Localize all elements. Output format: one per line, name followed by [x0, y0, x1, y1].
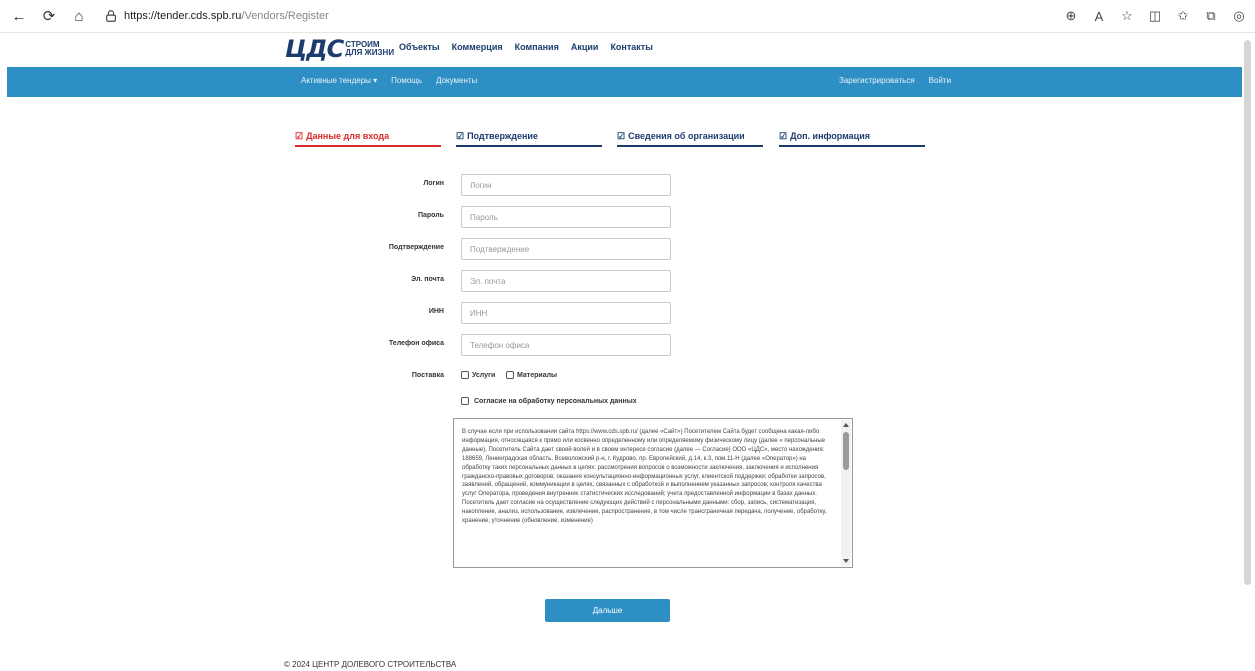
scroll-thumb[interactable]	[843, 432, 849, 470]
confirm-label: Подтверждение	[388, 244, 444, 251]
documents-link[interactable]: Документы	[436, 76, 477, 85]
read-aloud-icon[interactable]: A	[1089, 6, 1109, 26]
logo-slogan: СТРОИМ ДЛЯ ЖИЗНИ	[345, 40, 395, 57]
password-row: Пароль	[0, 206, 1255, 228]
help-link[interactable]: Помощь	[391, 76, 422, 85]
checkbox-box[interactable]	[461, 397, 469, 405]
check-icon: ☑	[456, 131, 465, 141]
next-button[interactable]: Дальше	[545, 599, 670, 622]
check-icon: ☑	[779, 131, 788, 141]
step-additional-info[interactable]: ☑ Доп. информация	[779, 131, 925, 147]
check-icon: ☑	[295, 131, 304, 141]
nav-company[interactable]: Компания	[515, 42, 559, 52]
main-nav: Объекты Коммерция Компания Акции Контакт…	[399, 42, 653, 52]
browser-toolbar: ← ⟳ ⌂ https://tender.cds.spb.ru/Vendors/…	[0, 0, 1255, 33]
consent-checkbox[interactable]: Согласие на обработку персональных данны…	[461, 397, 637, 405]
consent-label: Согласие на обработку персональных данны…	[474, 397, 637, 405]
agreement-text: В случае если при использовании сайта ht…	[462, 429, 827, 525]
supply-label: Поставка	[411, 372, 444, 379]
address-bar[interactable]: https://tender.cds.spb.ru/Vendors/Regist…	[104, 9, 329, 23]
login-input[interactable]	[461, 174, 671, 196]
nav-objects[interactable]: Объекты	[399, 42, 440, 52]
confirm-password-input[interactable]	[461, 238, 671, 260]
inn-label: ИНН	[428, 308, 444, 315]
reload-icon[interactable]: ⟳	[38, 5, 60, 27]
collections-icon[interactable]: ⧉	[1201, 6, 1221, 26]
agreement-scrollbar[interactable]	[841, 420, 851, 566]
scroll-up-icon[interactable]	[843, 423, 849, 427]
email-row: Эл. почта	[0, 270, 1255, 292]
office-phone-input[interactable]	[461, 334, 671, 356]
nav-commerce[interactable]: Коммерция	[452, 42, 503, 52]
checkbox-box[interactable]	[461, 371, 469, 379]
step-organization-info[interactable]: ☑ Сведения об организации	[617, 131, 763, 147]
confirm-row: Подтверждение	[0, 238, 1255, 260]
login-link[interactable]: Войти	[929, 76, 951, 85]
login-label: Логин	[423, 180, 444, 187]
checkbox-box[interactable]	[506, 371, 514, 379]
page-scrollbar[interactable]	[1244, 40, 1251, 585]
home-icon[interactable]: ⌂	[68, 5, 90, 27]
login-row: Логин	[0, 174, 1255, 196]
lock-icon	[106, 10, 116, 22]
check-icon: ☑	[617, 131, 626, 141]
url-host: https://tender.cds.spb.ru	[124, 10, 242, 22]
nav-contacts[interactable]: Контакты	[610, 42, 652, 52]
step-confirmation[interactable]: ☑ Подтверждение	[456, 131, 602, 147]
copilot-icon[interactable]: ◎	[1229, 6, 1249, 26]
password-label: Пароль	[417, 212, 444, 219]
materials-checkbox[interactable]: Материалы	[506, 371, 557, 379]
back-icon[interactable]: ←	[8, 5, 30, 27]
password-input[interactable]	[461, 206, 671, 228]
site-header: ЦДС СТРОИМ ДЛЯ ЖИЗНИ Объекты Коммерция К…	[0, 33, 1255, 67]
footer-copyright: © 2024 ЦЕНТР ДОЛЕВОГО СТРОИТЕЛЬСТВА	[284, 660, 457, 669]
inn-input[interactable]	[461, 302, 671, 324]
scroll-down-icon[interactable]	[843, 559, 849, 563]
services-checkbox[interactable]: Услуги	[461, 371, 495, 379]
url-path: /Vendors/Register	[241, 10, 329, 22]
split-screen-icon[interactable]: ◫	[1145, 6, 1165, 26]
active-tenders-dropdown[interactable]: Активные тендеры ▾	[301, 76, 377, 85]
tender-subnav: Активные тендеры ▾ Помощь Документы Заре…	[7, 67, 1242, 97]
supply-row: Поставка Услуги Материалы	[0, 370, 1255, 384]
personal-data-agreement[interactable]: В случае если при использовании сайта ht…	[453, 418, 853, 568]
register-link[interactable]: Зарегистрироваться	[839, 76, 915, 85]
email-label: Эл. почта	[411, 276, 444, 283]
zoom-icon[interactable]: ⊕	[1061, 6, 1081, 26]
favorites-icon[interactable]: ✩	[1173, 6, 1193, 26]
logo-mark: ЦДС	[285, 35, 344, 63]
phone-label: Телефон офиса	[388, 340, 444, 347]
email-input[interactable]	[461, 270, 671, 292]
nav-promotions[interactable]: Акции	[571, 42, 599, 52]
phone-row: Телефон офиса	[0, 334, 1255, 356]
inn-row: ИНН	[0, 302, 1255, 324]
step-login-data[interactable]: ☑ Данные для входа	[295, 131, 441, 147]
site-logo[interactable]: ЦДС СТРОИМ ДЛЯ ЖИЗНИ	[285, 35, 394, 63]
favorite-star-icon[interactable]: ☆	[1117, 6, 1137, 26]
